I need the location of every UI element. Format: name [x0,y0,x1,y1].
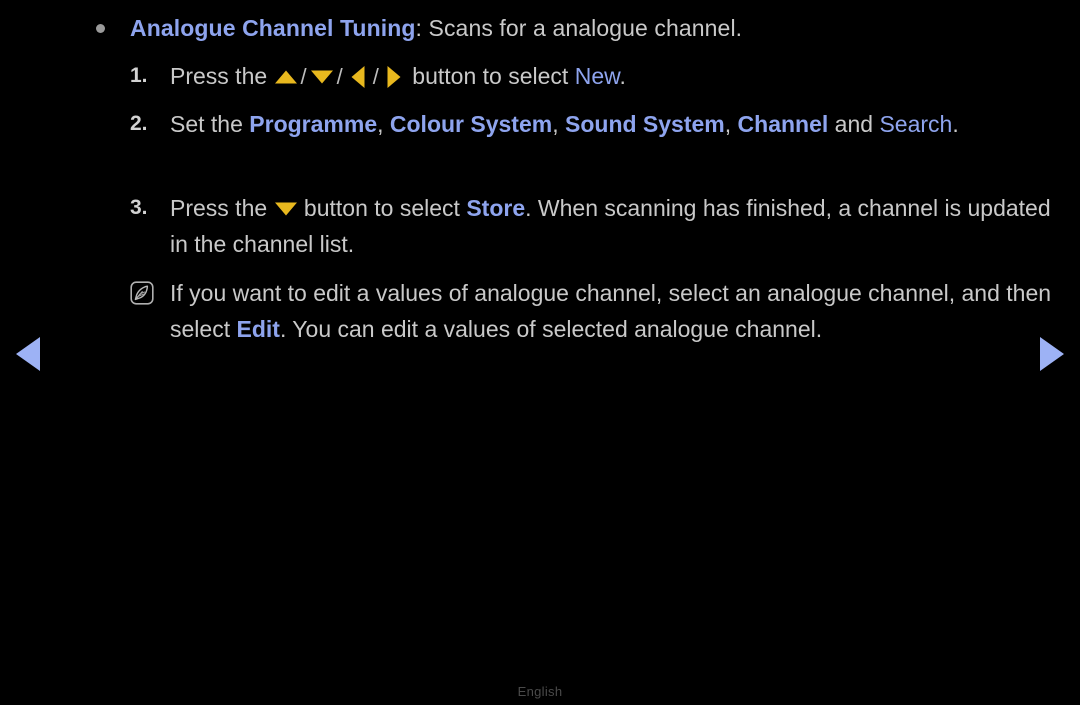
step2-comma-1: , [377,111,390,137]
menu-option-sound-system: Sound System [565,111,725,137]
step2-comma-2: , [552,111,565,137]
step1-slash-3: / [372,64,379,89]
note-text: If you want to edit a values of analogue… [170,275,1060,347]
step1-slash-1: / [300,64,307,89]
down-arrow-icon [275,199,297,219]
right-arrow-icon [383,67,405,87]
feature-heading: Analogue Channel Tuning: Scans for a ana… [96,12,1056,45]
menu-option-programme: Programme [249,111,378,137]
step3-prefix: Press the [170,195,274,221]
bullet-point-icon [96,24,105,33]
down-arrow-icon [311,67,333,87]
left-arrow-icon [347,67,369,87]
step1-slash-2: / [336,64,343,89]
up-arrow-icon [275,67,297,87]
step2-suffix: . [952,111,959,137]
note-text-after: . You can edit a values of selected anal… [279,316,823,342]
next-page-arrow-icon[interactable] [1032,336,1072,372]
step-text-2: Set the Programme, Colour System, Sound … [170,106,1060,142]
menu-option-colour-system: Colour System [389,111,553,137]
feature-name: Analogue Channel Tuning [130,15,416,41]
step-number-3: 3. [130,196,148,219]
step2-comma-3: , [724,111,738,137]
step-item-3: 3. Press the button to select Store. Whe… [130,190,1060,262]
step-text-3: Press the button to select Store. When s… [170,190,1060,262]
feature-heading-text: Analogue Channel Tuning: Scans for a ana… [130,12,742,45]
feature-separator: : [415,15,429,41]
menu-option-store: Store [466,195,526,221]
step2-conjunction: and [828,111,880,137]
step2-prefix: Set the [170,111,250,137]
step-item-1: 1. Press the / / / button to select New. [130,58,1060,95]
step1-suffix: . [619,63,626,89]
feature-description: Scans for a analogue channel. [428,15,743,41]
step-text-1: Press the / / / button to select New. [170,58,1060,95]
menu-option-new: New [574,63,620,89]
emanual-page: Analogue Channel Tuning: Scans for a ana… [0,0,1080,705]
note-feather-icon [130,275,170,310]
menu-option-channel: Channel [737,111,829,137]
menu-option-search: Search [879,111,953,137]
menu-option-edit: Edit [236,316,280,342]
step-number-1: 1. [130,64,148,87]
previous-page-arrow-icon[interactable] [8,336,48,372]
step3-middle: button to select [297,195,467,221]
step1-prefix: Press the [170,63,274,89]
language-label: English [517,684,563,699]
step1-middle: button to select [405,63,575,89]
note-block: If you want to edit a values of analogue… [130,275,1060,347]
step-number-2: 2. [130,112,148,135]
step-item-2: 2. Set the Programme, Colour System, Sou… [130,106,1060,142]
